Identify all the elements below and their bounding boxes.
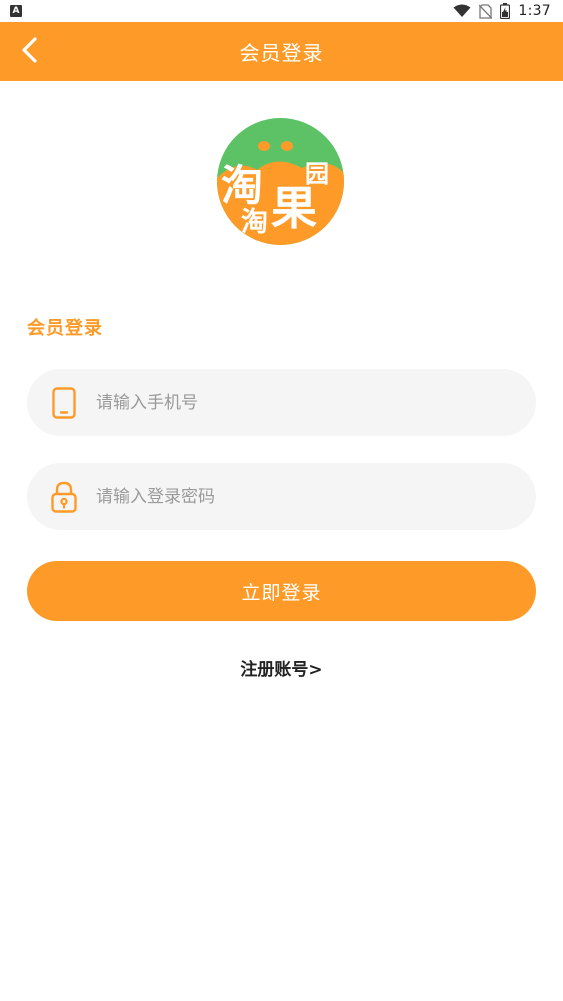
password-input[interactable] [96,476,496,517]
register-link[interactable]: 注册账号> [0,655,563,680]
wifi-icon [453,4,471,18]
logo-char: 园 [305,159,329,188]
app-header: 会员登录 [0,22,563,81]
page-title: 会员登录 [239,41,324,65]
phone-field[interactable] [27,369,536,436]
lock-icon [51,481,77,513]
phone-input[interactable] [96,382,496,423]
status-clock: 1:37 [518,3,551,19]
login-screen: A 1:37 会员登录 淘 淘 果 园 会员登录 请输入手机号 立即登录 注册账… [0,0,563,1001]
phone-icon [51,386,77,419]
no-sim-icon [479,3,493,19]
notification-badge: A [10,5,22,17]
login-button[interactable]: 立即登录 [27,561,536,621]
status-bar: A 1:37 [0,0,563,22]
back-button[interactable] [12,34,48,70]
logo-char: 淘 [241,207,268,238]
app-logo: 淘 淘 果 园 [217,118,344,245]
login-section-title: 会员登录 [27,318,103,339]
chevron-left-icon [21,37,39,67]
battery-icon [500,3,511,19]
password-field[interactable] [27,463,536,530]
